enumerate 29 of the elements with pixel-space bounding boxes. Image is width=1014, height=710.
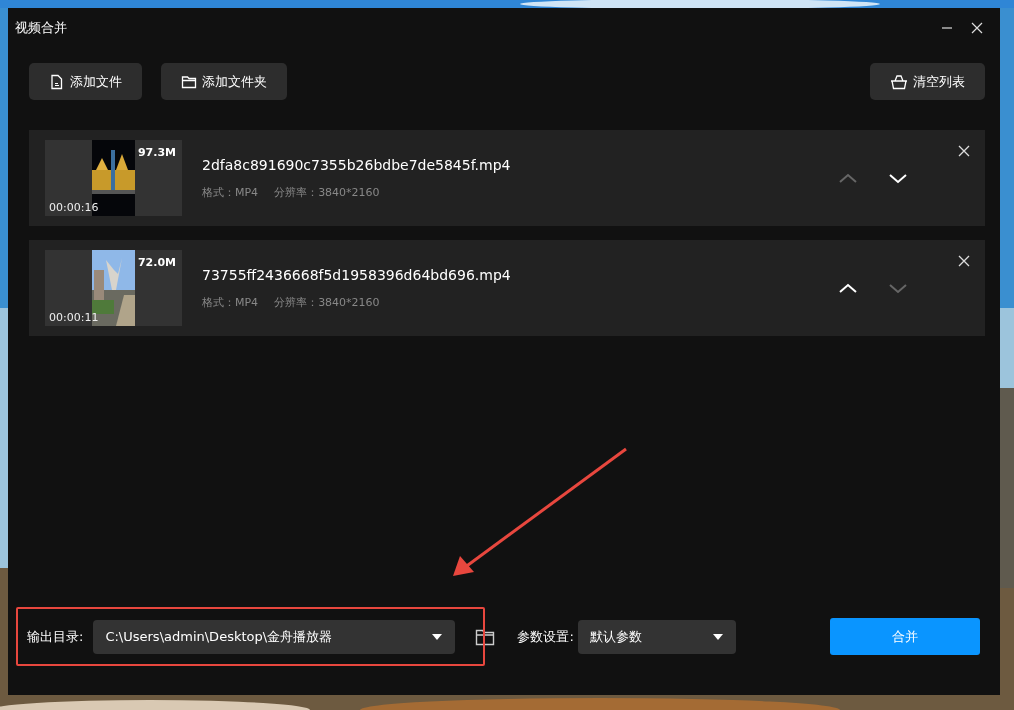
window-title: 视频合并	[15, 19, 68, 37]
remove-icon[interactable]	[957, 144, 971, 158]
output-path-dropdown[interactable]: C:\Users\admin\Desktop\金舟播放器	[93, 619, 456, 654]
file-resolution: 分辨率：3840*2160	[274, 294, 380, 310]
file-item[interactable]: 00:00:11 72.0M 73755ff2436668f5d1958396d64bd696.mp4 格式：MP4 分辨率：3840*2160	[29, 240, 985, 336]
toolbar-button[interactable]: 添加文件	[29, 63, 142, 100]
video-duration: 00:00:11	[49, 311, 99, 324]
toolbar-button[interactable]: 添加文件夹	[161, 63, 287, 100]
clear-list-button[interactable]: 清空列表	[870, 63, 985, 100]
basket-icon	[890, 73, 908, 90]
file-format: 格式：MP4	[202, 294, 259, 310]
close-icon[interactable]	[971, 22, 983, 34]
caret-icon	[711, 632, 724, 641]
file-size: 97.3M	[137, 146, 176, 159]
file-item[interactable]: 00:00:16 97.3M 2dfa8c891690c7355b26bdbe7de5845f.mp4 格式：MP4 分辨率：3840*2160	[29, 130, 985, 226]
params-label: 参数设置:	[517, 627, 574, 646]
file-name: 73755ff2436668f5d1958396d64bd696.mp4	[202, 266, 512, 283]
video-duration: 00:00:16	[49, 201, 99, 214]
folder-icon[interactable]	[475, 627, 496, 646]
output-label: 输出目录:	[27, 627, 84, 646]
caret-icon	[431, 632, 444, 641]
file-name: 2dfa8c891690c7355b26bdbe7de5845f.mp4	[202, 156, 512, 173]
folder-icon	[181, 73, 197, 90]
file-resolution: 分辨率：3840*2160	[274, 184, 380, 200]
document-icon	[49, 73, 65, 90]
file-format: 格式：MP4	[202, 184, 259, 200]
params-dropdown[interactable]: 默认参数	[577, 619, 736, 654]
file-size: 72.0M	[137, 256, 176, 269]
remove-icon[interactable]	[957, 254, 971, 268]
